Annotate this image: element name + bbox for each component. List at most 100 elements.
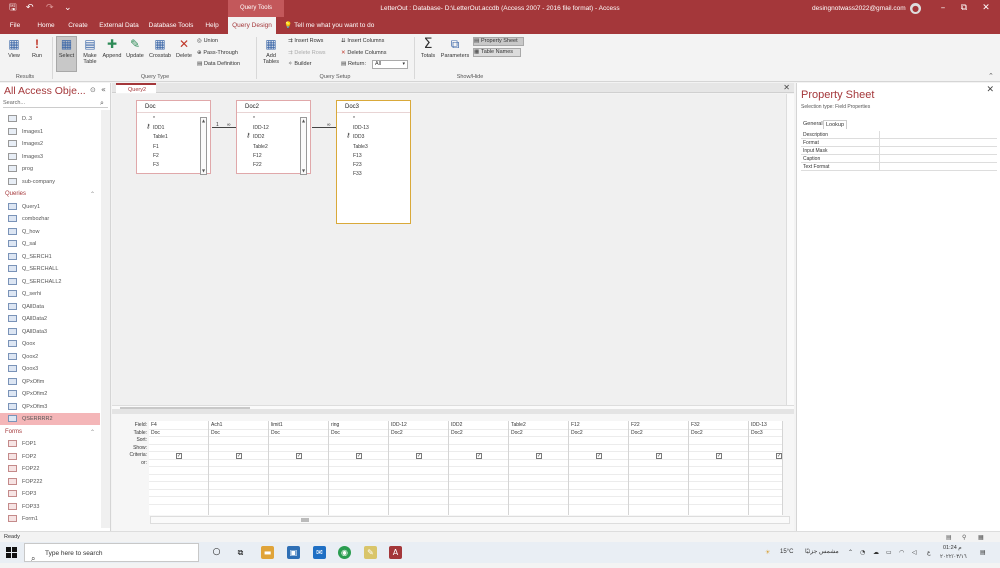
property-value-cell[interactable] — [879, 163, 997, 171]
sql-view-icon[interactable]: ⚲ — [962, 534, 966, 541]
grid-column[interactable]: IDD-13 Doc3 ✓ — [749, 421, 783, 515]
nav-search-input[interactable]: Search... — [3, 99, 108, 108]
table-field[interactable]: F13 — [353, 153, 362, 159]
tab-query-design[interactable]: Query Design — [228, 17, 276, 34]
nav-title[interactable]: All Access Obje... — [4, 85, 86, 97]
nav-table-item[interactable]: Images3 — [0, 151, 100, 163]
nav-query-item[interactable]: Qoox2 — [0, 351, 100, 363]
customize-toolbar-icon[interactable]: ⌄ — [64, 3, 72, 13]
grid-column[interactable]: ring Doc ✓ — [329, 421, 389, 515]
nav-table-item[interactable]: prog — [0, 163, 100, 175]
table-field[interactable]: Table2 — [253, 144, 268, 150]
nav-query-item[interactable]: Q_SERCHALL2 — [0, 276, 100, 288]
property-row[interactable]: Description — [801, 131, 997, 139]
property-row[interactable]: Text Format — [801, 163, 997, 171]
delete-columns-button[interactable]: ✕ Delete Columns — [341, 50, 387, 57]
table-field[interactable]: F12 — [253, 153, 262, 159]
tab-file[interactable]: File — [4, 17, 26, 34]
nav-form-item[interactable]: FOP22 — [0, 463, 100, 475]
table-field[interactable]: F33 — [353, 171, 362, 177]
nav-table-item[interactable]: Images2 — [0, 138, 100, 150]
nav-query-item[interactable]: Qoox3 — [0, 363, 100, 375]
grid-column[interactable]: F22 Doc2 ✓ — [629, 421, 689, 515]
clock-date[interactable]: ٢٠٢٢/٠٣/١٦ — [940, 547, 967, 568]
table-field[interactable]: F2 — [153, 153, 159, 159]
search-icon[interactable]: ⌕ — [100, 99, 104, 108]
return-select[interactable]: All ▾ — [372, 60, 408, 69]
weather-icon[interactable]: ☀ — [765, 542, 770, 563]
save-icon[interactable]: 🖫 — [9, 3, 17, 13]
task-view-icon[interactable]: ⧉ — [234, 546, 247, 559]
property-value-cell[interactable] — [879, 131, 997, 139]
table-field[interactable]: Table1 — [153, 134, 168, 140]
nav-query-item[interactable]: QAllData2 — [0, 313, 100, 325]
store-icon[interactable]: ▣ — [287, 546, 300, 559]
scroll-down-icon[interactable]: ▼ — [201, 168, 206, 174]
table-field[interactable]: IDD2 — [253, 134, 264, 140]
table-field[interactable]: F23 — [353, 162, 362, 168]
tab-help[interactable]: Help — [200, 17, 224, 34]
property-value-cell[interactable] — [879, 155, 997, 163]
onedrive-icon[interactable]: ☁ — [873, 542, 879, 563]
table-name[interactable]: Doc3 — [337, 101, 410, 113]
nav-query-item[interactable]: Query1 — [0, 201, 100, 213]
tab-home[interactable]: Home — [32, 17, 60, 34]
table-field[interactable]: IDD-12 — [253, 125, 269, 131]
taskbar-search[interactable]: ⌕ Type here to search — [24, 543, 199, 563]
add-tables-button[interactable]: ▦ Add Tables — [260, 37, 282, 65]
table-field-list[interactable]: Doc * IDD1 ⚷ Table1 F1 F2 F3 ▲ ▼ — [136, 100, 211, 175]
tab-database-tools[interactable]: Database Tools — [146, 17, 196, 34]
nav-table-item[interactable]: D..3 — [0, 113, 100, 125]
table-field[interactable]: IDD-13 — [353, 125, 369, 131]
scroll-up-icon[interactable]: ▲ — [201, 118, 206, 124]
pass-through-button[interactable]: ⊕ Pass-Through — [197, 50, 238, 57]
network-icon[interactable]: ◔ — [860, 542, 865, 563]
insert-columns-button[interactable]: ⇊ Insert Columns — [341, 38, 384, 45]
close-button[interactable]: ✕ — [976, 0, 996, 17]
wifi-icon[interactable]: ◠ — [899, 542, 904, 563]
table-name[interactable]: Doc — [137, 101, 210, 113]
property-value-cell[interactable] — [879, 147, 997, 155]
property-row[interactable]: Caption — [801, 155, 997, 163]
parameters-button[interactable]: ⧉ Parameters — [440, 37, 470, 59]
redo-icon[interactable]: ↷ — [46, 3, 54, 13]
file-explorer-icon[interactable]: ▬ — [261, 546, 274, 559]
nav-table-item[interactable]: Images1 — [0, 126, 100, 138]
weather-temp[interactable]: 15°C — [780, 542, 793, 563]
run-button[interactable]: ! Run — [28, 37, 46, 59]
undo-icon[interactable]: ↶ — [26, 3, 34, 13]
cortana-icon[interactable]: ○ — [210, 546, 223, 559]
table-field[interactable]: * — [153, 116, 155, 122]
nav-query-item[interactable]: QPxOfim3 — [0, 401, 100, 413]
nav-form-item[interactable]: FOP33 — [0, 501, 100, 513]
field-list-scrollbar[interactable]: ▲ ▼ — [300, 117, 307, 175]
restore-button[interactable]: ⧉ — [954, 0, 974, 17]
notifications-icon[interactable]: ▤ — [980, 542, 986, 563]
update-button[interactable]: ✎ Update — [124, 37, 146, 59]
table-field-list[interactable]: Doc3 * IDD-13 IDD3 ⚷ Table3 F13 F23 F33 — [336, 100, 411, 224]
table-field-list[interactable]: Doc2 * IDD-12 IDD2 ⚷ Table2 F12 F22 ▲ ▼ — [236, 100, 311, 175]
tab-general[interactable]: General — [801, 120, 825, 129]
tell-me-box[interactable]: 💡 Tell me what you want to do — [284, 17, 394, 34]
battery-icon[interactable]: ▭ — [886, 542, 892, 563]
grid-column[interactable]: F4 Doc ✓ — [149, 421, 209, 515]
table-field[interactable]: IDD1 — [153, 125, 164, 131]
close-property-sheet-icon[interactable]: ✕ — [986, 85, 994, 95]
select-query-button[interactable]: ▦ Select — [56, 36, 77, 72]
table-field[interactable]: F22 — [253, 162, 262, 168]
union-button[interactable]: ◎ Union — [197, 38, 218, 45]
nav-form-item[interactable]: Form1 — [0, 513, 100, 525]
access-icon[interactable]: A — [389, 546, 402, 559]
make-table-button[interactable]: ▤ Make Table — [80, 37, 100, 65]
close-document-icon[interactable]: ✕ — [783, 83, 790, 93]
volume-icon[interactable]: ◁ — [912, 542, 917, 563]
tab-external-data[interactable]: External Data — [97, 17, 141, 34]
property-value-cell[interactable] — [879, 139, 997, 147]
nav-query-item[interactable]: Qoox — [0, 338, 100, 350]
delete-rows-button[interactable]: ⇉ Delete Rows — [288, 50, 326, 57]
builder-button[interactable]: ✧ Builder — [288, 61, 311, 68]
nav-table-item[interactable]: sub-company — [0, 176, 100, 188]
grid-hscroll[interactable] — [150, 516, 790, 524]
nav-query-item[interactable]: Q_sal — [0, 238, 100, 250]
nav-form-item[interactable]: FOP3 — [0, 488, 100, 500]
